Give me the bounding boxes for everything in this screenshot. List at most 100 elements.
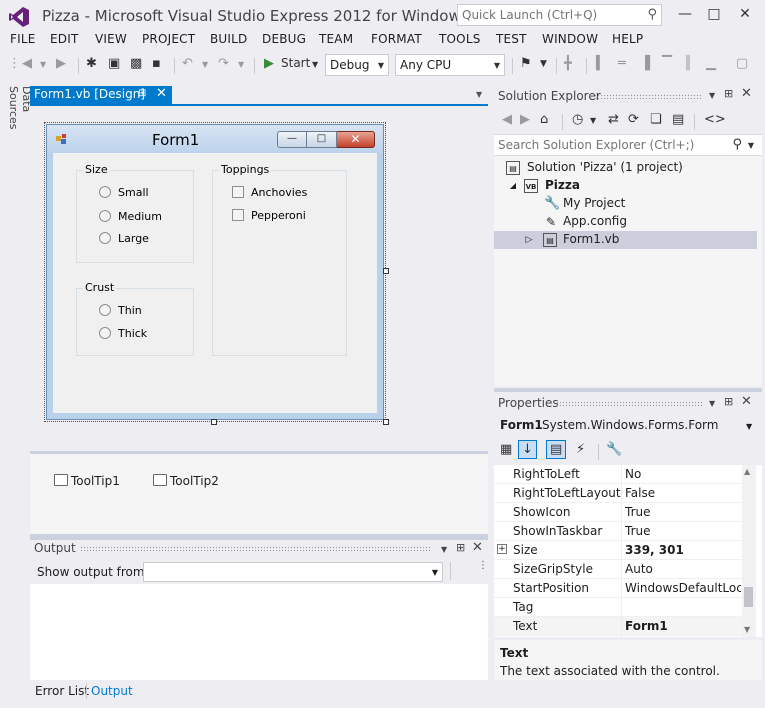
property-value[interactable]: 339, 301 [625,543,741,557]
search-icon[interactable]: ⚲ [647,7,657,22]
property-row[interactable]: ShowIcon True [494,503,742,522]
search-icon[interactable]: ⚲ [732,137,742,152]
resize-handle-corner[interactable] [383,419,389,425]
property-row[interactable]: RightToLeftLayout False [494,484,742,503]
tray-item-tooltip2[interactable]: ToolTip2 [153,474,219,488]
solution-search-box[interactable]: ⚲ ▼ [494,134,762,156]
align-middles-icon[interactable]: ║ [684,56,692,71]
alphabetical-icon[interactable]: ↓ [518,440,537,459]
panel-options-icon[interactable]: ▼ [441,545,447,554]
property-row-selected[interactable]: Text Form1 [494,617,742,636]
minimize-button[interactable]: — [671,4,699,24]
resize-handle-bottom[interactable] [211,419,217,425]
platform-select[interactable]: Any CPU ▼ [395,54,505,76]
collapsed-arrow-icon[interactable]: ▷ [522,233,536,247]
close-icon[interactable]: ✕ [472,540,483,555]
tree-item-app-config[interactable]: ✎ App.config [494,213,757,231]
property-row[interactable]: StartPosition WindowsDefaultLocat [494,579,742,598]
expanded-arrow-icon[interactable]: ◢ [506,179,520,193]
menu-help[interactable]: HELP [612,32,643,46]
sync-icon[interactable]: ⇄ [608,112,619,127]
save-all-icon[interactable]: ▪ [152,56,161,71]
radio-thin-label[interactable]: Thin [118,304,142,317]
quick-launch-box[interactable]: ⚲ [457,4,662,26]
pending-changes-filter-icon[interactable]: ◷ [572,112,583,127]
properties-view-icon[interactable]: ▤ [546,440,567,459]
checkbox-anchovies-label[interactable]: Anchovies [251,186,307,199]
undo-icon[interactable]: ↶ [182,56,193,71]
property-row[interactable]: Tag [494,598,742,617]
forward-icon[interactable]: ▶ [520,112,530,127]
redo-dropdown-icon[interactable]: ▼ [238,60,244,69]
toolbar-options-icon[interactable]: ▼ [540,59,547,69]
undo-dropdown-icon[interactable]: ▼ [202,60,208,69]
property-row[interactable]: RightToLeft No [494,465,742,484]
scroll-down-icon[interactable]: ▼ [744,625,750,634]
form-close-button[interactable]: ✕ [337,131,375,148]
property-grid-scrollbar[interactable]: ▲ ▼ [742,465,756,637]
property-row[interactable]: + Size 339, 301 [494,541,742,560]
back-icon[interactable]: ◀ [502,112,512,127]
align-bottoms-icon[interactable]: ▁ [706,56,716,71]
radio-large-label[interactable]: Large [118,232,149,245]
menu-test[interactable]: TEST [496,32,527,46]
tree-item-solution[interactable]: ▤ Solution 'Pizza' (1 project) [494,159,757,177]
home-icon[interactable]: ⌂ [540,112,548,127]
property-value[interactable]: Form1 [625,619,741,633]
property-value[interactable]: False [625,486,741,500]
checkbox-anchovies[interactable] [232,186,244,198]
chevron-down-icon[interactable]: ▼ [590,116,596,125]
expand-plus-icon[interactable]: + [497,544,507,554]
refresh-icon[interactable]: ⟳ [628,112,639,127]
events-lightning-icon[interactable]: ⚡ [576,442,585,457]
align-rights-icon[interactable]: ▐ [640,56,650,71]
configuration-select[interactable]: Debug ▼ [325,54,389,76]
menu-debug[interactable]: DEBUG [262,32,306,46]
radio-small-label[interactable]: Small [118,186,149,199]
radio-thick[interactable] [99,327,111,339]
pin-icon[interactable]: ⊞ [724,87,733,100]
menu-file[interactable]: FILE [10,32,36,46]
output-source-select[interactable]: ▼ [143,562,443,582]
menu-tools[interactable]: TOOLS [439,32,481,46]
form-minimize-button[interactable]: — [277,131,307,148]
close-tab-icon[interactable]: ✕ [156,86,167,101]
property-value[interactable]: True [625,505,741,519]
menu-window[interactable]: WINDOW [542,32,598,46]
pin-icon[interactable]: ⊞ [724,395,733,408]
tab-form1-design[interactable]: Form1.vb [Design] [30,86,172,104]
checkbox-pepperoni-label[interactable]: Pepperoni [251,209,306,222]
property-row[interactable]: ShowInTaskbar True [494,522,742,541]
align-tops-icon[interactable]: ▔ [662,56,672,71]
output-text-area[interactable] [30,584,488,680]
radio-medium-label[interactable]: Medium [118,210,162,223]
scrollbar-thumb[interactable] [744,587,753,607]
tab-output[interactable]: Output [91,684,133,698]
align-to-grid-icon[interactable]: ╋ [564,56,572,71]
panel-options-icon[interactable]: ▼ [709,399,715,408]
checkbox-pepperoni[interactable] [232,209,244,221]
menu-format[interactable]: FORMAT [371,32,422,46]
maximize-button[interactable]: □ [700,4,728,24]
property-row[interactable]: SizeGripStyle Auto [494,560,742,579]
pin-icon[interactable]: ⊞ [456,541,465,554]
open-file-icon[interactable]: ▣ [108,56,120,71]
radio-thick-label[interactable]: Thick [118,327,147,340]
quick-launch-input[interactable] [458,5,638,25]
panel-options-icon[interactable]: ▼ [709,91,715,100]
radio-small[interactable] [99,186,111,198]
properties-splitter[interactable] [494,388,762,392]
property-pages-icon[interactable]: 🔧 [606,442,622,457]
make-same-size-icon[interactable]: ▢ [736,56,748,71]
find-in-files-icon[interactable]: ⚑ [520,56,532,71]
close-icon[interactable]: ✕ [741,394,752,409]
back-dropdown-icon[interactable]: ▼ [40,60,46,69]
menu-team[interactable]: TEAM [319,32,353,46]
radio-large[interactable] [99,232,111,244]
align-centers-icon[interactable]: ═ [618,56,626,71]
tree-item-my-project[interactable]: 🔧 My Project [494,195,757,213]
property-value[interactable]: Auto [625,562,741,576]
view-code-icon[interactable]: <> [704,112,726,127]
form-maximize-button[interactable]: □ [307,131,337,148]
document-list-dropdown-icon[interactable]: ▼ [476,90,482,99]
